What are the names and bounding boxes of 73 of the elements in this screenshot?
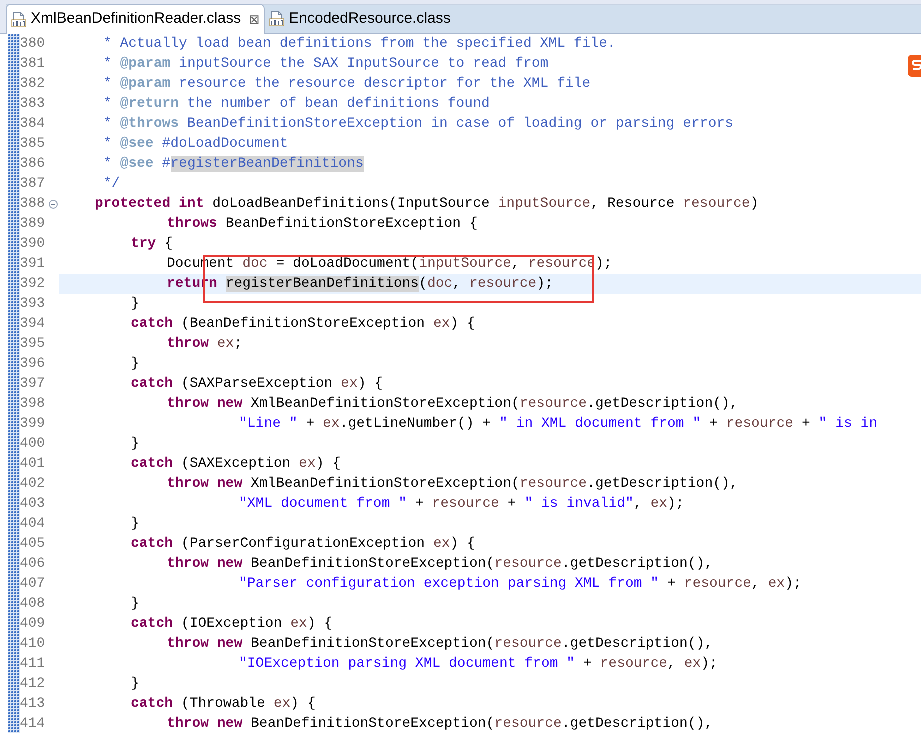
line-number: 411 <box>20 655 46 674</box>
line-number: 391 <box>20 255 46 274</box>
code-line: throw new BeanDefinitionStoreException(resource.getDescription(), <box>166 635 714 654</box>
line-number: 383 <box>20 95 46 114</box>
code-line: throw new BeanDefinitionStoreException(resource.getDescription(), <box>166 555 714 574</box>
code-line: * @param resource the resource descriptor for the XML file <box>102 75 591 94</box>
line-number: 398 <box>20 395 46 414</box>
line-number: 407 <box>20 575 46 594</box>
line-number: 401 <box>20 455 46 474</box>
code-line: catch (ParserConfigurationException ex) { <box>130 535 476 554</box>
line-number: 405 <box>20 535 46 554</box>
line-number: 385 <box>20 135 46 154</box>
code-line: * @return the number of bean definitions found <box>102 95 490 114</box>
code-line: } <box>130 435 140 454</box>
class-file-icon <box>11 12 27 28</box>
code-line: * @see #registerBeanDefinitions <box>102 155 364 174</box>
code-line: } <box>130 295 140 314</box>
code-line: */ <box>102 175 120 194</box>
code-line: throws BeanDefinitionStoreException { <box>166 215 478 234</box>
code-line: "XML document from " + resource + " is invalid", ex); <box>238 495 684 514</box>
code-line: * @throws BeanDefinitionStoreException in case of loading or parsing errors <box>102 115 734 134</box>
code-line: } <box>130 675 140 694</box>
line-number: 396 <box>20 355 46 374</box>
line-number: 404 <box>20 515 46 534</box>
code-line: "Parser configuration exception parsing XML from " + resource, ex); <box>238 575 802 594</box>
line-number: 399 <box>20 415 46 434</box>
code-line: throw new XmlBeanDefinitionStoreException(resource.getDescription(), <box>166 475 738 494</box>
code-line: catch (IOException ex) { <box>130 615 333 634</box>
line-number: 382 <box>20 75 46 94</box>
code-line: catch (SAXException ex) { <box>130 455 342 474</box>
code-line: catch (SAXParseException ex) { <box>130 375 384 394</box>
line-number: 390 <box>20 235 46 254</box>
code-line: } <box>130 355 140 374</box>
line-number: 380 <box>20 35 46 54</box>
close-icon[interactable]: ⊠ <box>249 10 260 30</box>
line-number: 387 <box>20 175 46 194</box>
code-line: throw new XmlBeanDefinitionStoreException(resource.getDescription(), <box>166 395 738 414</box>
line-number: 414 <box>20 715 46 733</box>
code-line: try { <box>130 235 174 254</box>
code-line: * @param inputSource the SAX InputSource to read from <box>102 55 549 74</box>
class-file-icon <box>269 11 286 27</box>
code-line: * Actually load bean definitions from the specified XML file. <box>102 35 616 54</box>
line-number: 403 <box>20 495 46 514</box>
line-number: 397 <box>20 375 46 394</box>
line-number: 393 <box>20 295 46 314</box>
line-number: 395 <box>20 335 46 354</box>
code-line: throw new BeanDefinitionStoreException(resource.getDescription(), <box>166 715 714 733</box>
line-number: 388 <box>20 195 46 214</box>
line-number: 381 <box>20 55 46 74</box>
line-number: 409 <box>20 615 46 634</box>
line-number: 394 <box>20 315 46 334</box>
code-line: "Line " + ex.getLineNumber() + " in XML document from " + resource + " is in <box>238 415 878 434</box>
code-line: "IOException parsing XML document from " + resource, ex); <box>238 655 718 674</box>
collapse-icon[interactable] <box>49 200 58 208</box>
line-number: 402 <box>20 475 46 494</box>
line-number: 406 <box>20 555 46 574</box>
code-line: * @see #doLoadDocument <box>102 135 288 154</box>
code-line: protected int doLoadBeanDefinitions(InputSource inputSource, Resource resource) <box>94 195 759 214</box>
line-number: 408 <box>20 595 46 614</box>
line-number: 412 <box>20 675 46 694</box>
code-line: catch (BeanDefinitionStoreException ex) { <box>130 315 476 334</box>
code-line: catch (Throwable ex) { <box>130 695 316 714</box>
editor-tab[interactable]: XmlBeanDefinitionReader.class ⊠ <box>6 4 266 34</box>
line-number: 389 <box>20 215 46 234</box>
line-number: 384 <box>20 115 46 134</box>
line-number: 392 <box>20 275 46 294</box>
line-number: 386 <box>20 155 46 174</box>
code-line: throw ex; <box>166 335 243 354</box>
code-line: } <box>130 595 140 614</box>
code-line: } <box>130 515 140 534</box>
line-number: 400 <box>20 435 46 454</box>
line-number: 410 <box>20 635 46 654</box>
line-number: 413 <box>20 695 46 714</box>
